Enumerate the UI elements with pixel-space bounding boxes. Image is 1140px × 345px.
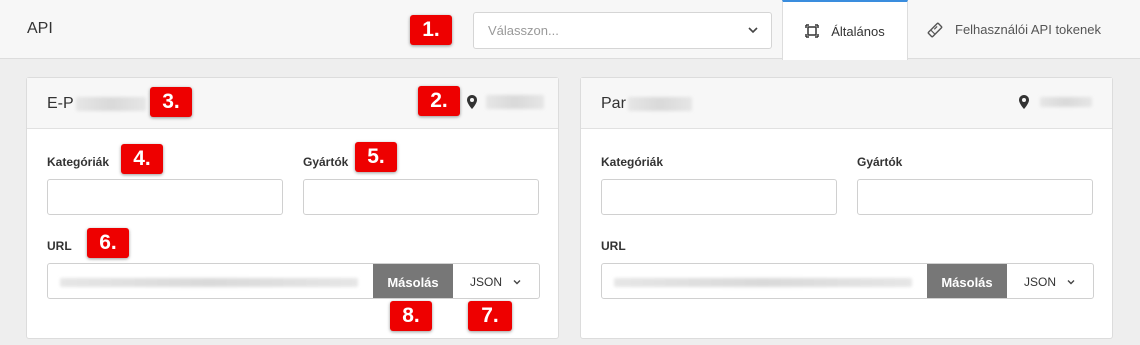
categories-input[interactable] bbox=[47, 179, 283, 215]
redacted-location bbox=[486, 95, 544, 109]
url-label: URL bbox=[47, 239, 72, 253]
map-pin-icon bbox=[1019, 95, 1029, 109]
annotation-badge-1: 1. bbox=[410, 15, 452, 45]
store-select[interactable]: Válasszon... bbox=[473, 12, 772, 49]
format-label: JSON bbox=[1023, 275, 1056, 289]
manufacturers-input[interactable] bbox=[857, 179, 1093, 215]
api-panel-1: E-P Kategóriák Gyártók URL Másolás JSON bbox=[26, 77, 559, 339]
manufacturers-input[interactable] bbox=[303, 179, 539, 215]
panel-title-text: E-P bbox=[47, 95, 74, 112]
url-field[interactable]: Másolás JSON bbox=[47, 263, 540, 299]
location bbox=[466, 94, 544, 110]
annotation-badge-2: 2. bbox=[418, 86, 460, 116]
categories-label: Kategóriák bbox=[601, 155, 664, 169]
tab-general[interactable]: Általános bbox=[782, 0, 908, 60]
panel-header: Par bbox=[581, 78, 1112, 129]
panel-header: E-P bbox=[27, 78, 558, 129]
url-field[interactable]: Másolás JSON bbox=[601, 263, 1094, 299]
panel-title-text: Par bbox=[601, 95, 626, 112]
api-panel-2: Par Kategóriák Gyártók URL Másolás JSON bbox=[580, 77, 1113, 339]
ticket-icon bbox=[927, 22, 943, 37]
page-title: API bbox=[27, 20, 53, 37]
redacted-url bbox=[614, 278, 912, 287]
categories-input[interactable] bbox=[601, 179, 837, 215]
copy-button[interactable]: Másolás bbox=[927, 264, 1007, 298]
panel-title: E-P bbox=[47, 95, 146, 113]
chevron-down-icon bbox=[513, 280, 521, 285]
tab-user-api-tokens-label: Felhasználói API tokenek bbox=[955, 22, 1101, 37]
manufacturers-label: Gyártók bbox=[303, 155, 349, 169]
redacted-name bbox=[627, 97, 692, 111]
redacted-location bbox=[1040, 97, 1092, 107]
chevron-down-icon bbox=[1067, 280, 1075, 285]
annotation-badge-5: 5. bbox=[355, 142, 397, 172]
copy-button[interactable]: Másolás bbox=[373, 264, 453, 298]
format-dropdown[interactable]: JSON bbox=[453, 264, 539, 298]
redacted-name bbox=[75, 97, 146, 111]
store-select-placeholder: Válasszon... bbox=[488, 23, 559, 38]
categories-label: Kategóriák bbox=[47, 155, 110, 169]
annotation-badge-4: 4. bbox=[121, 144, 163, 174]
top-bar: API Válasszon... Általános Felhasználói … bbox=[0, 0, 1140, 60]
annotation-badge-8: 8. bbox=[390, 301, 432, 331]
format-dropdown[interactable]: JSON bbox=[1007, 264, 1093, 298]
format-label: JSON bbox=[469, 275, 502, 289]
tab-general-label: Általános bbox=[831, 23, 885, 39]
annotation-badge-3: 3. bbox=[150, 87, 192, 117]
chevron-down-icon bbox=[748, 27, 758, 34]
url-label: URL bbox=[601, 239, 626, 253]
redacted-url bbox=[60, 278, 358, 287]
manufacturers-label: Gyártók bbox=[857, 155, 903, 169]
annotation-badge-6: 6. bbox=[87, 228, 129, 258]
panel-title: Par bbox=[601, 95, 692, 113]
location bbox=[1018, 94, 1092, 110]
annotation-badge-7: 7. bbox=[468, 301, 512, 331]
map-pin-icon bbox=[467, 95, 477, 109]
tab-user-api-tokens[interactable]: Felhasználói API tokenek bbox=[908, 0, 1120, 59]
frame-icon bbox=[805, 24, 819, 38]
